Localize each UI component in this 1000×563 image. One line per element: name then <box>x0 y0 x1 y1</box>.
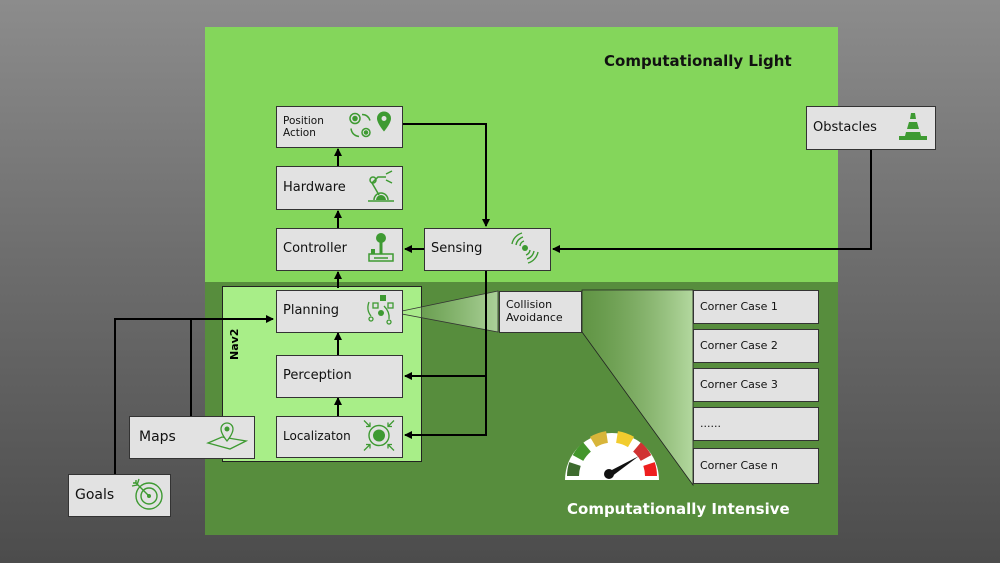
obstacles-box: Obstacles <box>806 106 936 150</box>
map-pin-icon <box>206 421 249 455</box>
sensing-box: Sensing <box>424 228 551 271</box>
collision-avoidance-box: Collision Avoidance <box>499 291 582 333</box>
signal-waves-icon <box>506 230 544 270</box>
localization-box: Localizaton <box>276 416 403 458</box>
gauge-segment <box>589 431 609 448</box>
maps-box: Maps <box>129 416 255 459</box>
corner-case-label: Corner Case n <box>700 458 778 472</box>
planning-label: Planning <box>283 303 339 319</box>
corner-case-label: ...... <box>700 416 721 430</box>
controller-label: Controller <box>283 241 347 257</box>
gauge-segment <box>567 462 581 477</box>
intensive-zone-title: Computationally Intensive <box>567 500 790 518</box>
corner-case-item: Corner Case 3 <box>693 368 819 402</box>
gauge-segment <box>643 462 657 477</box>
gauge-segment <box>615 431 635 448</box>
path-planning-icon <box>364 292 396 332</box>
position-action-label: Position Action <box>283 114 324 139</box>
corner-case-label: Corner Case 2 <box>700 338 778 352</box>
position-action-box: Position Action <box>276 106 403 148</box>
joystick-icon <box>366 231 396 269</box>
light-zone-title: Computationally Light <box>604 52 792 70</box>
corner-case-item: Corner Case 1 <box>693 290 819 324</box>
corner-case-item: Corner Case n <box>693 448 819 484</box>
traffic-cone-icon <box>897 110 929 146</box>
maps-label: Maps <box>139 429 176 446</box>
hardware-box: Hardware <box>276 166 403 210</box>
controller-box: Controller <box>276 228 403 271</box>
nav2-label: Nav2 <box>228 328 241 360</box>
speedometer-gauge-icon <box>565 431 659 480</box>
goals-box: Goals <box>68 474 171 517</box>
gears-to-location-pin-icon <box>346 109 396 146</box>
perception-label: Perception <box>283 368 352 384</box>
hardware-label: Hardware <box>283 179 346 195</box>
corner-case-label: Corner Case 3 <box>700 377 778 391</box>
corner-case-item: ...... <box>693 407 819 441</box>
target-focus-icon <box>362 419 396 456</box>
perception-box: Perception <box>276 355 403 398</box>
obstacles-label: Obstacles <box>813 119 877 135</box>
sensing-label: Sensing <box>431 241 483 257</box>
goals-label: Goals <box>75 487 115 504</box>
target-arrow-icon <box>130 477 164 515</box>
collision-avoidance-label: Collision Avoidance <box>506 298 563 324</box>
gauge-segment <box>572 442 592 462</box>
corner-case-label: Corner Case 1 <box>700 299 778 313</box>
corner-case-item: Corner Case 2 <box>693 329 819 363</box>
localization-label: Localizaton <box>283 429 351 444</box>
robot-arm-icon <box>366 169 396 207</box>
planning-box: Planning <box>276 290 403 333</box>
